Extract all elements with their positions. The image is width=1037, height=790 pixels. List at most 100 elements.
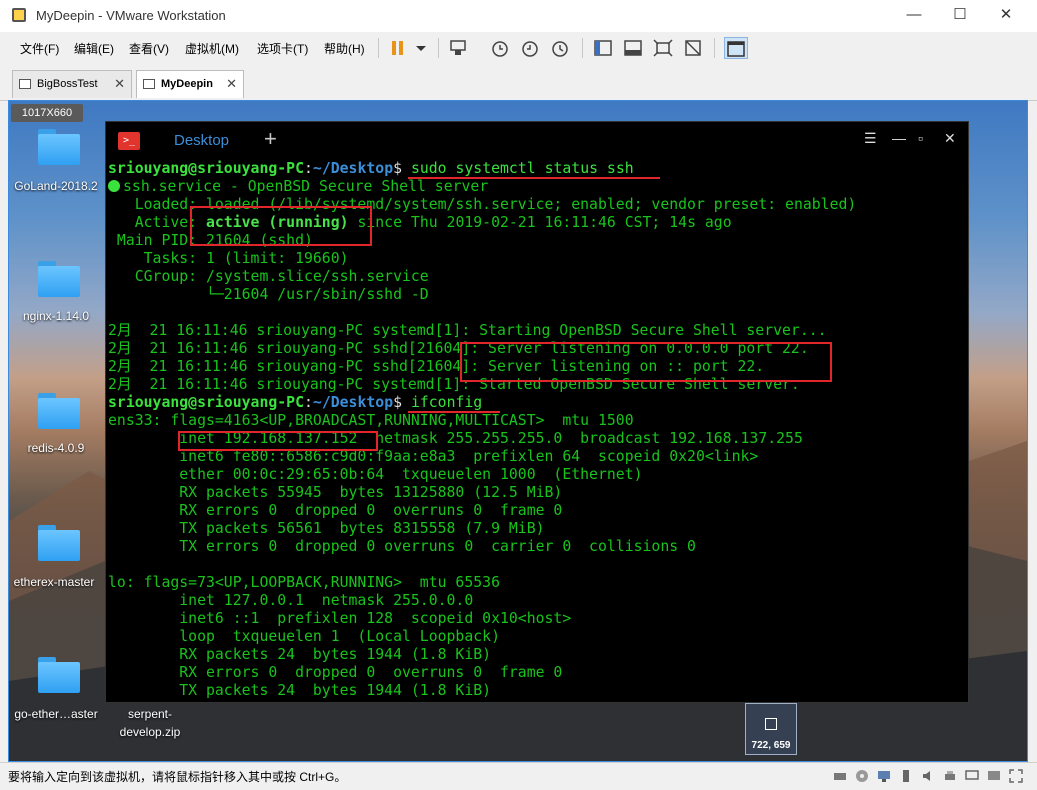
vm-display[interactable]: 1017X660 GoLand-2018.2 nginx-1.14.0 redi… [8,100,1028,762]
show-library-icon[interactable] [592,37,616,59]
menu-view[interactable]: 查看(V) [129,40,169,57]
annotation-box-listening [460,342,832,382]
pause-icon[interactable] [388,37,412,59]
command-text: ifconfig [402,394,483,411]
menu-edit[interactable]: 编辑(E) [74,40,114,57]
tab-label: BigBossTest [37,78,98,90]
terminal-tab-desktop[interactable]: Desktop [174,132,229,149]
desktop-icon-label: etherex-master [13,575,95,589]
vm-icon [19,79,31,89]
close-icon[interactable]: ✕ [944,130,956,147]
menu-tabs[interactable]: 选项卡(T) [257,40,308,57]
terminal-line: ens33: flags=4163<UP,BROADCAST,RUNNING,M… [108,412,634,429]
window-square-icon [765,718,777,730]
menu-icon[interactable]: ☰ [864,130,877,147]
desktop-icon-label: nginx-1.14.0 [22,309,90,323]
terminal-line: inet 127.0.0.1 netmask 255.0.0.0 [108,592,474,609]
resolution-badge: 1017X660 [11,104,83,122]
terminal-line: TX packets 56561 bytes 8315558 (7.9 MiB) [108,520,545,537]
status-message: 要将输入定向到该虚拟机，请将鼠标指针移入其中或按 Ctrl+G。 [8,770,347,784]
terminal-line: RX errors 0 dropped 0 overruns 0 frame 0 [108,502,563,519]
terminal-line: inet6 ::1 prefixlen 128 scopeid 0x10<hos… [108,610,572,627]
chevron-down-icon[interactable] [410,37,434,59]
terminal-line: loop txqueuelen 1 (Local Loopback) [108,628,500,645]
tab-close-icon[interactable]: ✕ [114,76,125,92]
floating-window-icon[interactable]: 722, 659 [745,703,797,755]
cd-drive-icon[interactable] [854,768,870,784]
tab-mydeepin[interactable]: MyDeepin ✕ [136,70,244,98]
vmware-app-icon [12,8,26,22]
menu-file[interactable]: 文件(F) [20,40,59,57]
terminal-line: ether 00:0c:29:65:0b:64 txqueuelen 1000 … [108,466,643,483]
terminal-line: ssh.service - OpenBSD Secure Shell serve… [106,178,968,196]
minimize-button[interactable]: — [891,0,937,32]
message-icon[interactable] [986,768,1002,784]
status-bar: 要将输入定向到该虚拟机，请将鼠标指针移入其中或按 Ctrl+G。 [0,762,1037,790]
send-ctrl-alt-del-icon[interactable] [447,37,471,59]
terminal-line: TX packets 24 bytes 1944 (1.8 KiB) [108,682,492,699]
minimize-icon[interactable]: — [892,130,906,146]
terminal-line: RX packets 24 bytes 1944 (1.8 KiB) [108,646,492,663]
terminal-line: RX errors 0 dropped 0 overruns 0 frame 0 [108,664,563,681]
sound-card-icon[interactable] [920,768,936,784]
folder-icon [38,393,80,429]
menu-vm[interactable]: 虚拟机(M) [185,40,239,57]
folder-icon [38,657,80,693]
annotation-underline [408,411,500,413]
snapshot-manager-icon[interactable] [549,37,573,59]
snapshot-icon[interactable] [489,37,513,59]
desktop-icon-label: serpent-develop.zip [119,707,181,739]
vm-icon [143,79,155,89]
terminal-app-icon: >_ [118,132,140,150]
toolbar-separator [582,38,583,58]
window-title: MyDeepin - VMware Workstation [36,8,226,23]
line-text: ssh.service - OpenBSD Secure Shell serve… [123,178,489,195]
toolbar-separator [714,38,715,58]
deepin-terminal[interactable]: >_ Desktop + ☰ — ▫ ✕ sriouyang@sriouyang… [105,121,969,703]
folder-icon [38,525,80,561]
desktop-icon-label: GoLand-2018.2 [14,179,98,193]
terminal-line: RX packets 55945 bytes 13125880 (12.5 Mi… [108,484,563,501]
maximize-icon[interactable]: ▫ [918,130,923,146]
menu-help[interactable]: 帮助(H) [324,40,365,57]
toolbar-separator [438,38,439,58]
network-adapter-icon[interactable] [876,768,892,784]
terminal-line: TX errors 0 dropped 0 overruns 0 carrier… [108,538,696,555]
terminal-line: sriouyang@sriouyang-PC:~/Desktop$ sudo s… [108,160,634,177]
prompt-user: sriouyang@sriouyang-PC [108,394,304,411]
folder-icon [38,261,80,297]
printer-icon[interactable] [942,768,958,784]
prompt-path: ~/Desktop [312,394,394,411]
status-dot-icon [108,180,120,192]
toolbar-separator [378,38,379,58]
console-view-icon[interactable] [724,37,748,59]
thumbnail-bar-icon[interactable] [622,37,646,59]
tab-bigbosstest[interactable]: BigBossTest ✕ [12,70,132,98]
tab-label: MyDeepin [161,78,213,90]
desktop-icon-label: go-ether…aster [14,707,98,721]
maximize-button[interactable]: ☐ [937,0,983,32]
line-text: since Thu 2019-02-21 16:11:46 CST; 14s a… [348,214,732,231]
folder-icon [38,129,80,165]
annotation-underline [408,177,660,179]
annotation-box-ip [178,431,378,451]
add-tab-icon[interactable]: + [264,126,277,152]
revert-snapshot-icon[interactable] [519,37,543,59]
vm-tab-bar: BigBossTest ✕ MyDeepin ✕ [0,64,1037,101]
display-icon[interactable] [964,768,980,784]
full-screen-icon[interactable] [652,37,676,59]
tab-close-icon[interactable]: ✕ [226,76,237,92]
terminal-header: >_ Desktop + ☰ — ▫ ✕ [106,122,968,158]
command-text: sudo systemctl status ssh [402,160,634,177]
window-titlebar[interactable]: MyDeepin - VMware Workstation — ☐ ✕ [0,0,1037,33]
usb-icon[interactable] [898,768,914,784]
unity-mode-icon[interactable] [682,37,706,59]
terminal-line: Tasks: 1 (limit: 19660) [108,250,349,267]
terminal-line: 2月 21 16:11:46 sriouyang-PC systemd[1]: … [108,322,827,339]
fullscreen-toggle-icon[interactable] [1008,768,1024,784]
hard-disk-icon[interactable] [832,768,848,784]
desktop-icon-label: redis-4.0.9 [27,441,85,455]
close-button[interactable]: ✕ [983,0,1029,32]
